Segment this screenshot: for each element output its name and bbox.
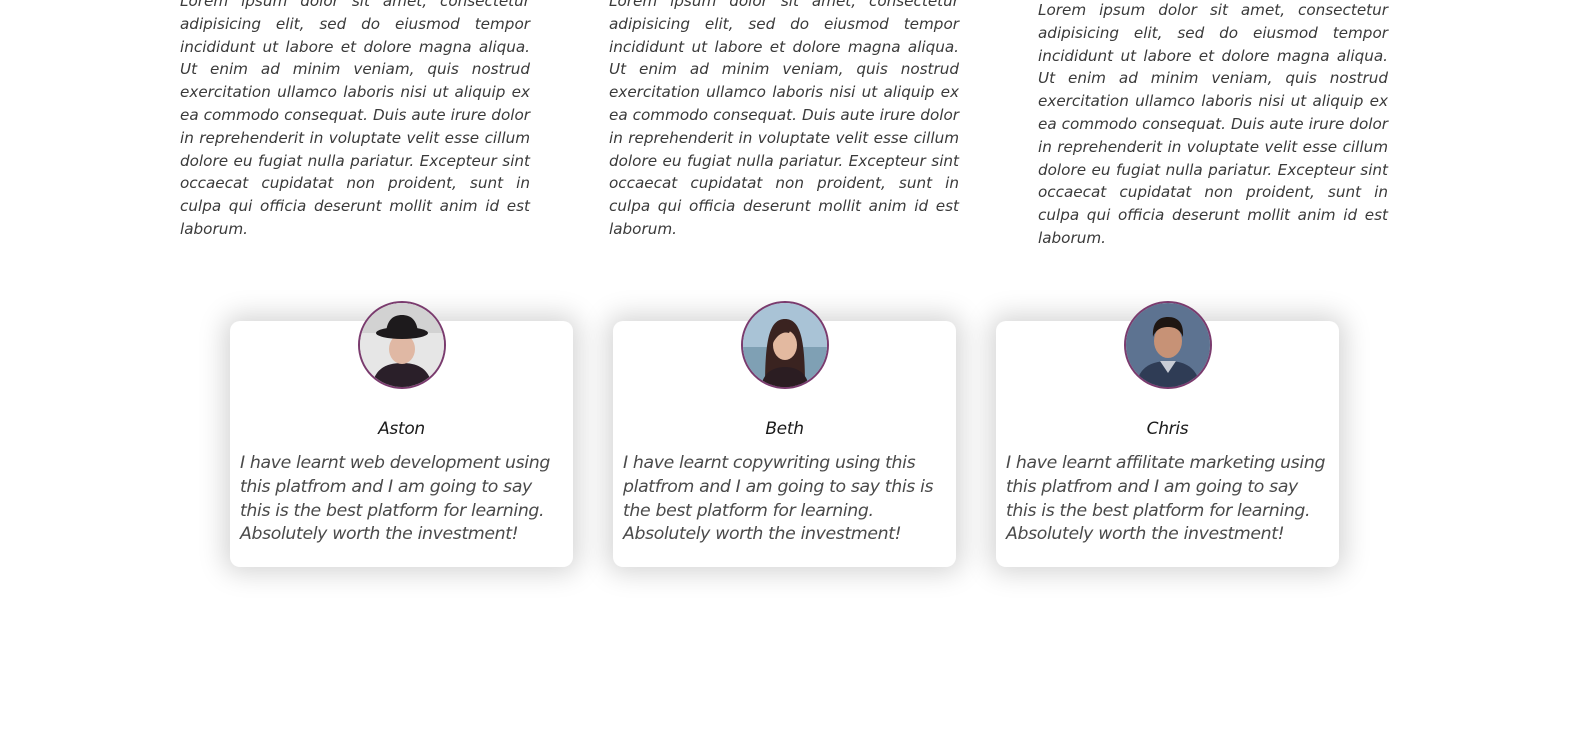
- testimonial-card: Aston I have learnt web development usin…: [230, 301, 573, 567]
- testimonial-quote: I have learnt web development using this…: [240, 453, 550, 545]
- page: Lorem ipsum dolor sit amet, consectetur …: [0, 0, 1583, 732]
- testimonial-quote: I have learnt copywriting using this pla…: [623, 453, 934, 545]
- testimonial-name: Aston: [378, 419, 425, 439]
- person-long-hair-avatar-icon: [742, 303, 827, 387]
- person-short-hair-avatar-icon: [1125, 303, 1210, 387]
- about-paragraph: Lorem ipsum dolor sit amet, consectetur …: [180, 0, 530, 238]
- about-paragraph: Lorem ipsum dolor sit amet, consectetur …: [1038, 1, 1388, 247]
- avatar: [740, 301, 829, 389]
- person-with-hat-avatar-icon: [359, 303, 444, 387]
- testimonial-card: Beth I have learnt copywriting using thi…: [613, 301, 956, 567]
- testimonial-name: Beth: [765, 419, 804, 439]
- testimonial-name: Chris: [1146, 419, 1189, 439]
- about-paragraph: Lorem ipsum dolor sit amet, consectetur …: [609, 0, 959, 238]
- avatar: [1123, 301, 1212, 389]
- testimonial-card: Chris I have learnt affilitate marketing…: [996, 301, 1339, 567]
- avatar: [357, 301, 446, 389]
- testimonial-quote: I have learnt affilitate marketing using…: [1006, 453, 1326, 545]
